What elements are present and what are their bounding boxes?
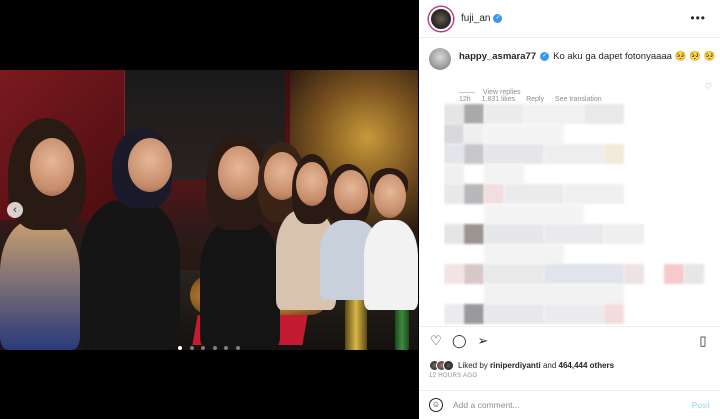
verified-badge-icon: ✓ (540, 51, 550, 61)
carousel-dots (0, 337, 418, 355)
carousel-dot (224, 346, 229, 350)
bookmark-icon[interactable]: ▯ (696, 334, 710, 348)
view-replies-button[interactable]: View replies (459, 89, 521, 96)
carousel-dot (201, 346, 206, 350)
author-username[interactable]: fuji_an ✓ (461, 13, 503, 24)
carousel-prev-button[interactable]: ‹ (7, 202, 23, 218)
pixelated-comments (444, 100, 720, 325)
post-photo[interactable] (0, 70, 418, 350)
add-comment-input[interactable]: Add a comment... (453, 400, 520, 410)
post-comment-button[interactable]: Post (692, 400, 710, 410)
carousel-dot (178, 346, 183, 350)
post-header: fuji_an ✓ ••• (419, 0, 720, 38)
carousel-dot (235, 346, 240, 350)
liked-by-text: Liked by riniperdiyanti and 464,444 othe… (458, 360, 615, 370)
like-heart-icon[interactable]: ♡ (429, 334, 443, 348)
share-send-icon[interactable]: ➢ (476, 334, 490, 348)
comment-text: happy_asmara77 ✓ Ko aku ga dapet fotonyaaa… (459, 51, 715, 62)
more-horizontal-icon[interactable]: ••• (690, 11, 706, 25)
comment-like-heart-icon[interactable]: ♡ (705, 82, 712, 91)
liker-avatar[interactable] (443, 359, 454, 371)
likes-count[interactable]: 464,444 others (559, 361, 615, 370)
post-actions-bar: ♡ ◯ ➢ ▯ (419, 326, 720, 354)
add-comment-bar: ☺ Add a comment... Post (419, 390, 720, 419)
carousel-dot (189, 346, 194, 350)
commenter-avatar[interactable] (429, 48, 451, 70)
liked-by-row: Liked by riniperdiyanti and 464,444 othe… (429, 357, 714, 373)
carousel-dot (212, 346, 217, 350)
verified-badge-icon: ✓ (493, 13, 503, 23)
post-timestamp: 12 HOURS AGO (429, 373, 478, 379)
author-avatar[interactable] (429, 6, 453, 31)
commenter-username[interactable]: happy_asmara77 (459, 51, 536, 62)
comment-body: Ko aku ga dapet fotonyaaaa 🥺 🥺 🥺 (553, 51, 716, 62)
liked-by-user[interactable]: riniperdiyanti (490, 361, 541, 370)
emoji-icon[interactable]: ☺ (429, 398, 443, 412)
post-media: ‹ (0, 0, 418, 419)
comment-bubble-icon[interactable]: ◯ (452, 334, 467, 348)
replies-divider (459, 92, 475, 93)
post-side-panel: fuji_an ✓ ••• happy_asmara77 ✓ Ko aku ga da… (419, 0, 720, 419)
